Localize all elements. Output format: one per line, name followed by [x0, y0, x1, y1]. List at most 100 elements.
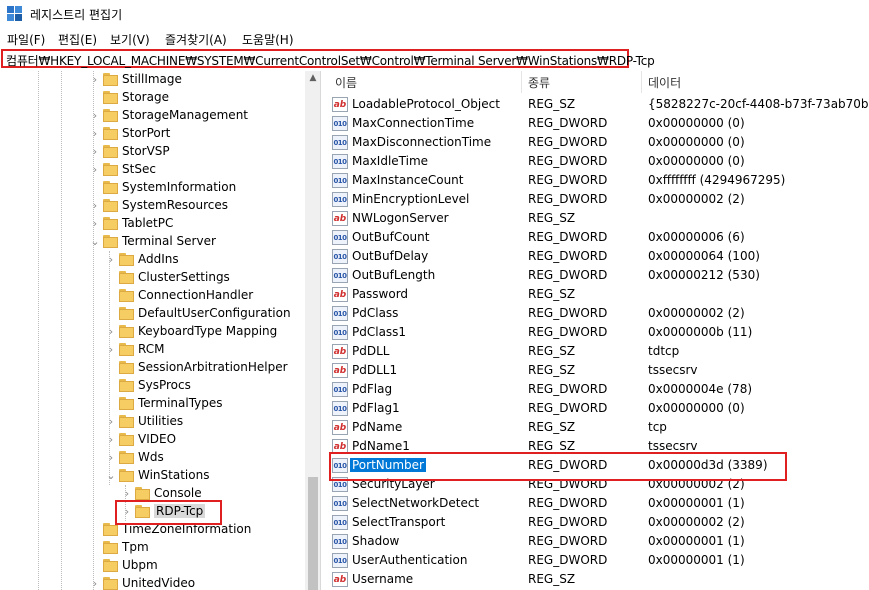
- value-name[interactable]: Username: [350, 572, 415, 586]
- value-row[interactable]: ab PdName1 REG_SZ tssecsrv: [325, 437, 869, 456]
- value-name[interactable]: PdClass1: [350, 325, 408, 339]
- value-row[interactable]: 010 110OutBufLength REG_DWORD 0x00000212 (…: [325, 266, 869, 295]
- value-row[interactable]: ab PdDLL1 REG_SZ tssecsrv: [325, 361, 869, 380]
- value-name[interactable]: MaxDisconnectionTime: [350, 135, 493, 149]
- value-name[interactable]: PdName1: [350, 439, 412, 453]
- menu-file[interactable]: 파일(F): [7, 31, 45, 48]
- tree-item-label[interactable]: RDP-Tcp: [154, 504, 206, 518]
- tree-item-label[interactable]: Tpm: [122, 540, 149, 554]
- chevron-right-icon[interactable]: ›: [121, 487, 133, 501]
- tree-item-label[interactable]: SysProcs: [138, 378, 191, 392]
- chevron-right-icon[interactable]: ›: [105, 415, 117, 429]
- tree-scrollbar-thumb[interactable]: [308, 477, 318, 590]
- value-row[interactable]: ab PdDLL REG_SZ tdtcp: [325, 342, 869, 361]
- tree-item-label[interactable]: TerminalTypes: [138, 396, 223, 410]
- chevron-right-icon[interactable]: ›: [89, 199, 101, 213]
- chevron-right-icon[interactable]: ›: [105, 253, 117, 267]
- menu-view[interactable]: 보기(V): [110, 31, 150, 48]
- address-bar[interactable]: 컴퓨터₩HKEY_LOCAL_MACHINE₩SYSTEM₩CurrentCon…: [1, 49, 655, 68]
- tree-item-label[interactable]: WinStations: [138, 468, 209, 482]
- chevron-right-icon[interactable]: ›: [89, 145, 101, 159]
- value-row[interactable]: 010 110SelectTransport REG_DWORD 0x0000000…: [325, 513, 869, 542]
- tree-item[interactable]: › StorVSP: [0, 143, 305, 161]
- tree-item[interactable]: › StSec: [0, 161, 305, 179]
- tree-item-label[interactable]: SessionArbitrationHelper: [138, 360, 288, 374]
- value-name[interactable]: PdFlag1: [350, 401, 402, 415]
- tree-item-label[interactable]: SystemInformation: [122, 180, 236, 194]
- value-row[interactable]: ab NWLogonServer REG_SZ: [325, 209, 869, 228]
- key-tree-pane[interactable]: › StillImage Storage › StorageManagement › Sto…: [0, 71, 321, 590]
- tree-scrollbar[interactable]: ▲: [305, 71, 320, 590]
- chevron-right-icon[interactable]: ›: [121, 505, 133, 519]
- tree-item[interactable]: Tpm: [0, 539, 305, 557]
- tree-item[interactable]: Storage: [0, 89, 305, 107]
- menu-favorites[interactable]: 즐겨찾기(A): [165, 31, 227, 48]
- column-header-data[interactable]: 데이터: [648, 74, 681, 91]
- value-name[interactable]: PdFlag: [350, 382, 394, 396]
- value-name[interactable]: Shadow: [350, 534, 401, 548]
- value-name[interactable]: SecurityLayer: [350, 477, 437, 491]
- value-name[interactable]: MinEncryptionLevel: [350, 192, 471, 206]
- tree-item[interactable]: › RCM: [0, 341, 305, 359]
- tree-item[interactable]: › UnitedVideo: [0, 575, 305, 590]
- value-name[interactable]: PdName: [350, 420, 404, 434]
- address-path[interactable]: 컴퓨터₩HKEY_LOCAL_MACHINE₩SYSTEM₩CurrentCon…: [6, 52, 655, 69]
- value-name[interactable]: PdDLL: [350, 344, 391, 358]
- value-name[interactable]: SelectTransport: [350, 515, 447, 529]
- tree-item-label[interactable]: DefaultUserConfiguration: [138, 306, 291, 320]
- tree-item[interactable]: Ubpm: [0, 557, 305, 575]
- value-row[interactable]: 010 110OutBufCount REG_DWORD 0x00000006 (6…: [325, 228, 869, 257]
- value-name[interactable]: PdDLL1: [350, 363, 399, 377]
- tree-item[interactable]: › TabletPC: [0, 215, 305, 233]
- menu-edit[interactable]: 편집(E): [58, 31, 97, 48]
- value-name[interactable]: OutBufDelay: [350, 249, 430, 263]
- value-name[interactable]: LoadableProtocol_Object: [350, 97, 502, 111]
- tree-item-label[interactable]: AddIns: [138, 252, 179, 266]
- value-row[interactable]: 010 110UserAuthentication REG_DWORD 0x0000…: [325, 551, 869, 580]
- value-name[interactable]: MaxConnectionTime: [350, 116, 476, 130]
- chevron-down-icon[interactable]: ⌄: [105, 469, 117, 483]
- value-row[interactable]: 010 110PdClass1 REG_DWORD 0x0000000b (11): [325, 323, 869, 352]
- tree-item-label[interactable]: TimeZoneInformation: [122, 522, 251, 536]
- tree-item-label[interactable]: KeyboardType Mapping: [138, 324, 277, 338]
- tree-item[interactable]: SysProcs: [0, 377, 305, 395]
- value-row[interactable]: 010 110MaxDisconnectionTime REG_DWORD 0x00…: [325, 133, 869, 162]
- value-name[interactable]: OutBufLength: [350, 268, 437, 282]
- tree-item[interactable]: TerminalTypes: [0, 395, 305, 413]
- column-header-name[interactable]: 이름: [335, 74, 357, 91]
- column-header-type[interactable]: 종류: [528, 74, 550, 91]
- chevron-right-icon[interactable]: ›: [105, 343, 117, 357]
- value-name[interactable]: NWLogonServer: [350, 211, 451, 225]
- tree-item[interactable]: › Wds: [0, 449, 305, 467]
- menu-help[interactable]: 도움말(H): [242, 31, 294, 48]
- tree-item[interactable]: › Console: [0, 485, 305, 503]
- chevron-right-icon[interactable]: ›: [105, 451, 117, 465]
- value-name[interactable]: MaxInstanceCount: [350, 173, 466, 187]
- tree-item-label[interactable]: StillImage: [122, 72, 182, 86]
- chevron-right-icon[interactable]: ›: [89, 577, 101, 590]
- value-row[interactable]: 010 110MinEncryptionLevel REG_DWORD 0x0000…: [325, 190, 869, 219]
- tree-item[interactable]: › StillImage: [0, 71, 305, 89]
- value-name[interactable]: Password: [350, 287, 410, 301]
- value-row[interactable]: ab Username REG_SZ: [325, 570, 869, 589]
- value-row[interactable]: 010 110SelectNetworkDetect REG_DWORD 0x000…: [325, 494, 869, 523]
- value-row[interactable]: 010 110PdClass REG_DWORD 0x00000002 (2): [325, 304, 869, 333]
- chevron-right-icon[interactable]: ›: [89, 109, 101, 123]
- value-row[interactable]: 010 110PdFlag1 REG_DWORD 0x00000000 (0): [325, 399, 869, 428]
- chevron-right-icon[interactable]: ›: [89, 73, 101, 87]
- tree-item-label[interactable]: StSec: [122, 162, 156, 176]
- value-name[interactable]: OutBufCount: [350, 230, 431, 244]
- tree-item-label[interactable]: VIDEO: [138, 432, 176, 446]
- tree-item-label[interactable]: UnitedVideo: [122, 576, 195, 590]
- value-row[interactable]: 010 110OutBufDelay REG_DWORD 0x00000064 (1…: [325, 247, 869, 276]
- tree-item[interactable]: › AddIns: [0, 251, 305, 269]
- tree-item-label[interactable]: Utilities: [138, 414, 183, 428]
- tree-item[interactable]: ConnectionHandler: [0, 287, 305, 305]
- tree-item[interactable]: › SystemResources: [0, 197, 305, 215]
- tree-item[interactable]: ClusterSettings: [0, 269, 305, 287]
- tree-item-label[interactable]: TabletPC: [122, 216, 173, 230]
- value-row[interactable]: 010 110Shadow REG_DWORD 0x00000001 (1): [325, 532, 869, 561]
- value-row[interactable]: 010 110MaxInstanceCount REG_DWORD 0xffffff…: [325, 171, 869, 200]
- tree-item[interactable]: › KeyboardType Mapping: [0, 323, 305, 341]
- tree-item-label[interactable]: Wds: [138, 450, 164, 464]
